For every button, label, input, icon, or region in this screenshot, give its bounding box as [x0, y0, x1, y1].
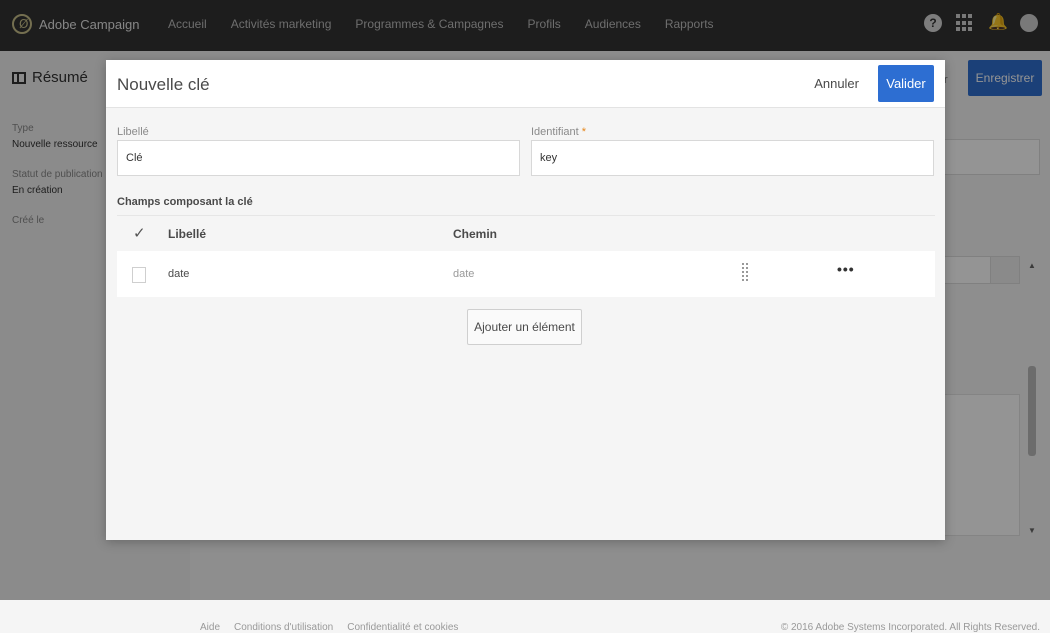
table-header: ✓ Libellé Chemin — [117, 215, 935, 252]
row-path: date — [453, 268, 475, 280]
select-all-check-icon[interactable]: ✓ — [133, 224, 146, 242]
validate-button[interactable]: Valider — [878, 65, 934, 102]
row-label: date — [168, 268, 190, 280]
footer-terms-link[interactable]: Conditions d'utilisation — [234, 622, 333, 633]
label-input[interactable] — [117, 140, 520, 176]
cancel-button[interactable]: Annuler — [814, 76, 859, 91]
key-fields-title: Champs composant la clé — [117, 196, 253, 208]
dialog-title: Nouvelle clé — [117, 75, 210, 94]
add-element-button[interactable]: Ajouter un élément — [467, 309, 582, 345]
drag-handle-icon[interactable] — [742, 263, 748, 281]
column-path[interactable]: Chemin — [453, 227, 497, 241]
required-mark: * — [581, 126, 587, 138]
row-checkbox[interactable] — [132, 267, 146, 283]
id-field-label-text: Identifiant — [531, 126, 579, 138]
table-row[interactable]: date date ••• — [117, 251, 935, 297]
label-field-label: Libellé — [117, 126, 149, 138]
footer-links: Aide Conditions d'utilisation Confidenti… — [200, 622, 458, 633]
copyright: © 2016 Adobe Systems Incorporated. All R… — [780, 622, 1040, 633]
footer-help-link[interactable]: Aide — [200, 622, 220, 633]
identifier-input[interactable] — [531, 140, 934, 176]
id-field-label: Identifiant * — [531, 126, 586, 138]
new-key-dialog: Nouvelle clé Annuler Valider Libellé Ide… — [106, 60, 945, 540]
column-label[interactable]: Libellé — [168, 227, 206, 241]
more-options-icon[interactable]: ••• — [837, 261, 855, 277]
footer-privacy-link[interactable]: Confidentialité et cookies — [347, 622, 458, 633]
dialog-header: Nouvelle clé Annuler Valider — [106, 60, 945, 108]
